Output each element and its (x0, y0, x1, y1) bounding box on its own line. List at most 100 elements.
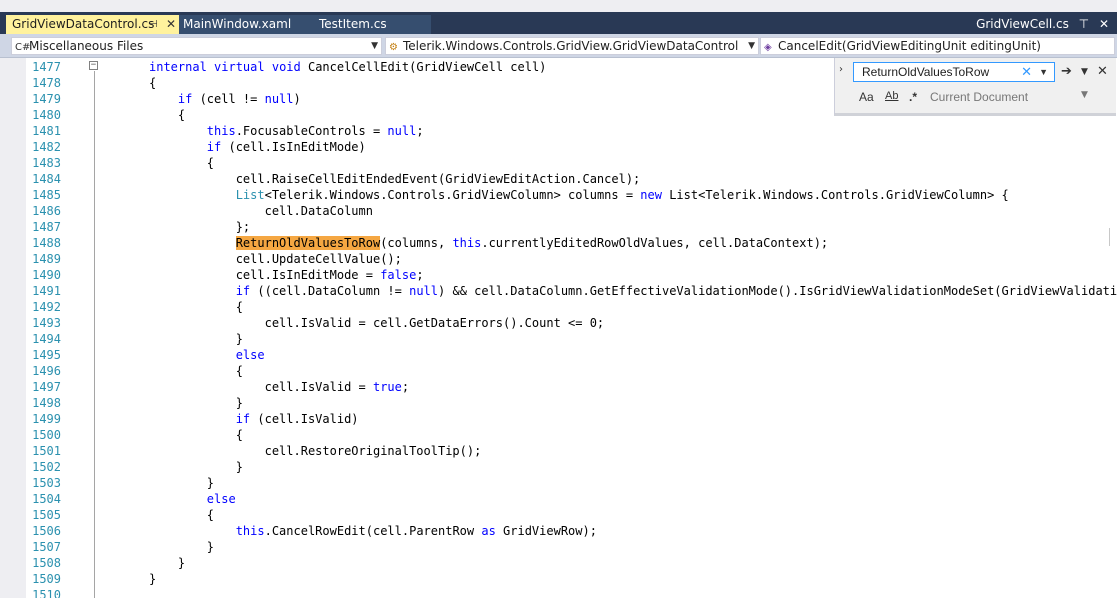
code-text[interactable]: if ((cell.DataColumn != null) && cell.Da… (149, 283, 1117, 299)
code-text[interactable]: ReturnOldValuesToRow(columns, this.curre… (149, 235, 828, 251)
code-text[interactable]: else (149, 491, 236, 507)
code-text[interactable]: { (149, 107, 185, 123)
project-label: Miscellaneous Files (29, 39, 144, 53)
code-line: 1502 } (0, 459, 1117, 475)
close-find-icon[interactable]: ✕ (1097, 64, 1108, 79)
code-line: 1485 List<Telerik.Windows.Controls.GridV… (0, 187, 1117, 203)
line-number: 1483 (32, 156, 61, 170)
method-icon: ◈ (764, 42, 772, 53)
code-line: 1488 ReturnOldValuesToRow(columns, this.… (0, 235, 1117, 251)
code-text[interactable]: if (cell != null) (149, 91, 301, 107)
code-text[interactable]: this.FocusableControls = null; (149, 123, 424, 139)
code-text[interactable]: if (cell.IsValid) (149, 411, 359, 427)
type-label: Telerik.Windows.Controls.GridView.GridVi… (403, 39, 739, 53)
type-dropdown[interactable]: ⚙ Telerik.Windows.Controls.GridView.GridV… (385, 37, 759, 55)
code-text[interactable]: this.CancelRowEdit(cell.ParentRow as Gri… (149, 523, 597, 539)
code-line: 1506 this.CancelRowEdit(cell.ParentRow a… (0, 523, 1117, 539)
line-number: 1477 (32, 60, 61, 74)
line-number: 1496 (32, 364, 61, 378)
code-text[interactable]: cell.IsValid = true; (149, 379, 410, 395)
code-line: 1498 } (0, 395, 1117, 411)
line-number: 1497 (32, 380, 61, 394)
line-number: 1494 (32, 332, 61, 346)
class-icon: ⚙ (389, 42, 398, 53)
line-number: 1509 (32, 572, 61, 586)
member-dropdown[interactable]: ◈ CancelEdit(GridViewEditingUnit editingU… (760, 37, 1115, 55)
code-text[interactable]: cell.IsInEditMode = false; (149, 267, 424, 283)
code-text[interactable]: cell.RaiseCellEditEndedEvent(GridViewEdi… (149, 171, 641, 187)
code-text[interactable]: cell.RestoreOriginalToolTip(); (149, 443, 482, 459)
line-number: 1485 (32, 188, 61, 202)
code-line: 1510 (0, 587, 1117, 598)
code-text[interactable]: internal virtual void CancelCellEdit(Gri… (149, 59, 546, 75)
code-text[interactable]: } (149, 555, 185, 571)
tab-label: MainWindow.xaml (183, 17, 292, 31)
code-line: 1500 { (0, 427, 1117, 443)
code-line: 1505 { (0, 507, 1117, 523)
code-text[interactable]: if (cell.IsInEditMode) (149, 139, 366, 155)
code-text[interactable]: } (149, 475, 214, 491)
code-line: 1483 { (0, 155, 1117, 171)
chevron-down-icon[interactable]: ▼ (1081, 90, 1088, 100)
code-text[interactable]: else (149, 347, 265, 363)
code-text[interactable]: List<Telerik.Windows.Controls.GridViewCo… (149, 187, 1009, 203)
pin-icon[interactable]: ⊤ (1079, 17, 1089, 31)
tab-label: TestItem.cs (319, 17, 387, 31)
code-text[interactable]: { (149, 427, 243, 443)
tab-mainwindow[interactable]: MainWindow.xaml (179, 15, 315, 34)
code-editor[interactable]: − 1477 internal virtual void CancelCellEd… (0, 58, 1117, 598)
code-line: 1489 cell.UpdateCellValue(); (0, 251, 1117, 267)
search-query: ReturnOldValuesToRow (862, 65, 990, 79)
expand-replace-icon[interactable]: › (839, 64, 843, 75)
code-text[interactable]: } (149, 459, 243, 475)
clear-search-icon[interactable]: ✕ (1021, 63, 1032, 81)
chevron-down-icon: ▼ (371, 41, 378, 51)
find-options-chevron-icon[interactable]: ▼ (1081, 67, 1088, 77)
code-text[interactable]: cell.UpdateCellValue(); (149, 251, 402, 267)
pin-icon[interactable]: ⊣ (149, 15, 158, 34)
code-line: 1487 }; (0, 219, 1117, 235)
tab-gridviewcell[interactable]: GridViewCell.cs ⊤ ✕ (970, 15, 1109, 34)
scrollbar-marker[interactable] (1109, 228, 1117, 246)
code-text[interactable]: } (149, 395, 243, 411)
line-number: 1506 (32, 524, 61, 538)
line-number: 1489 (32, 252, 61, 266)
close-icon[interactable]: ✕ (1099, 17, 1109, 31)
code-line: 1495 else (0, 347, 1117, 363)
code-text[interactable]: } (149, 571, 156, 587)
line-number: 1500 (32, 428, 61, 442)
search-scope-dropdown[interactable]: Current Document (930, 90, 1028, 104)
search-history-chevron-icon[interactable]: ▼ (1039, 63, 1048, 81)
code-text[interactable]: }; (149, 219, 250, 235)
tab-label: GridViewCell.cs (976, 17, 1069, 31)
code-text[interactable]: } (149, 539, 214, 555)
code-line: 1481 this.FocusableControls = null; (0, 123, 1117, 139)
close-icon[interactable]: ✕ (166, 15, 176, 34)
navigation-bar: C#Miscellaneous Files ▼ ⚙ Telerik.Windows… (0, 34, 1117, 58)
line-number: 1503 (32, 476, 61, 490)
code-line: 1503 } (0, 475, 1117, 491)
code-line: 1497 cell.IsValid = true; (0, 379, 1117, 395)
project-dropdown[interactable]: C#Miscellaneous Files ▼ (11, 37, 382, 55)
code-text[interactable]: } (149, 331, 243, 347)
tab-testitem[interactable]: TestItem.cs (315, 15, 431, 34)
code-text[interactable]: { (149, 75, 156, 91)
line-number: 1487 (32, 220, 61, 234)
search-input[interactable]: ReturnOldValuesToRow ✕ ▼ (853, 62, 1055, 82)
whole-word-button[interactable]: Ab (885, 90, 898, 102)
tab-gridviewdatacontrol[interactable]: GridViewDataControl.cs ⊣ ✕ (6, 15, 179, 34)
code-text[interactable]: { (149, 363, 243, 379)
match-case-button[interactable]: Aa (859, 90, 874, 104)
line-number: 1501 (32, 444, 61, 458)
code-text[interactable]: { (149, 507, 214, 523)
tab-label: GridViewDataControl.cs (12, 17, 155, 31)
code-line: 1482 if (cell.IsInEditMode) (0, 139, 1117, 155)
code-line: 1486 cell.DataColumn (0, 203, 1117, 219)
code-text[interactable]: { (149, 155, 214, 171)
code-text[interactable]: { (149, 299, 243, 315)
code-text[interactable]: cell.IsValid = cell.GetDataErrors().Coun… (149, 315, 605, 331)
code-text[interactable]: cell.DataColumn (149, 203, 373, 219)
regex-button[interactable]: .* (909, 90, 917, 104)
find-next-icon[interactable]: ➔ (1061, 64, 1072, 79)
line-number: 1499 (32, 412, 61, 426)
